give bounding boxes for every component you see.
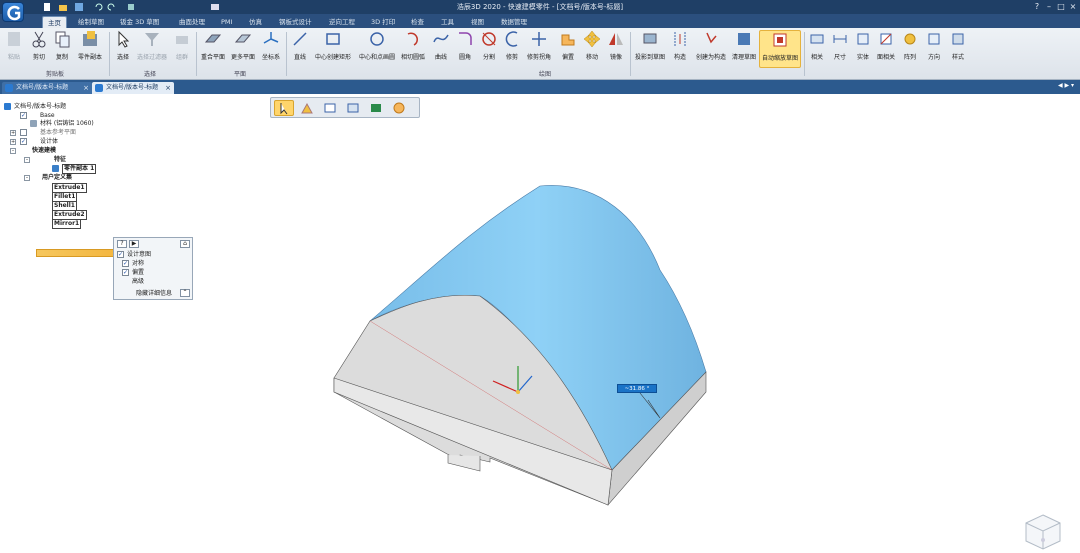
part-icon [4, 103, 11, 110]
play-icon[interactable]: ▶ [129, 240, 139, 248]
view-settings-button[interactable] [389, 100, 409, 116]
checkbox-design-body[interactable]: ✓ [20, 138, 27, 145]
select-tool-button[interactable] [274, 100, 294, 116]
collapse-toggle[interactable]: – [24, 157, 30, 163]
material-icon [30, 120, 37, 127]
design-intent-panel: ? ▶ ⌂ ✓ 设计意图 ✓ 对称 ✓ 偏置 高级 隐藏详细信息 ⌃ [113, 237, 193, 300]
app-logo-icon[interactable] [2, 2, 24, 22]
collapse-toggle[interactable]: – [10, 148, 16, 154]
expand-toggle[interactable]: + [10, 130, 16, 136]
view-cube[interactable] [1022, 512, 1064, 552]
view-orient-button[interactable] [297, 100, 317, 116]
view-toolbar [270, 97, 420, 118]
tab-feature[interactable] [447, 455, 481, 472]
checkbox-design-intent[interactable]: ✓ [117, 251, 124, 258]
checkbox-offset[interactable]: ✓ [122, 269, 129, 276]
expand-toggle[interactable]: + [10, 139, 16, 145]
part-copy-icon [52, 165, 59, 172]
collapse-toggle[interactable]: – [24, 175, 30, 181]
fit-view-button[interactable] [320, 100, 340, 116]
checkbox-symmetric[interactable]: ✓ [122, 260, 129, 267]
path-finder-tree: 文档号/版本号-标题 ✓ Base 材料 (铝铸铝 1060) + 基本参考平面 +… [4, 101, 134, 257]
help-icon[interactable]: ? [117, 240, 127, 248]
pin-icon[interactable]: ⌂ [180, 240, 190, 248]
checkbox-ref-planes[interactable] [20, 129, 27, 136]
zoom-area-button[interactable] [343, 100, 363, 116]
checkbox-base[interactable]: ✓ [20, 112, 27, 119]
collapse-icon[interactable]: ⌃ [180, 289, 190, 297]
display-style-button[interactable] [366, 100, 386, 116]
dimension-value-box[interactable]: ~31.86 ° [617, 384, 657, 393]
